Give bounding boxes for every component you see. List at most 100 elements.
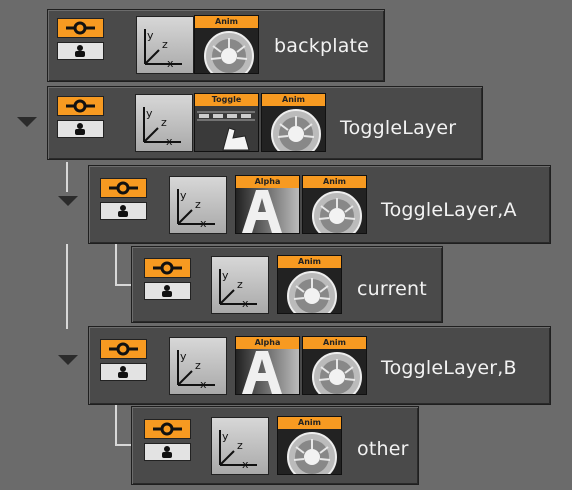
container-node-backplate[interactable]: y z x Anim backplate	[47, 9, 385, 82]
container-node-other[interactable]: y z x Anim other	[131, 406, 419, 485]
alpha-plugin[interactable]: Alpha	[235, 336, 300, 395]
container-node-togglelayer[interactable]: y z x Toggle Anim ToggleLayer	[47, 86, 483, 160]
svg-text:y: y	[146, 107, 153, 120]
plugin-header: Alpha	[236, 176, 299, 188]
axis-icon: y z x	[144, 29, 182, 70]
visibility-toggle-button[interactable]	[144, 258, 191, 278]
person-icon	[162, 446, 172, 458]
plugin-header: Anim	[303, 337, 366, 349]
lock-person-button[interactable]	[57, 120, 104, 138]
lock-person-button[interactable]	[57, 42, 104, 60]
visibility-toggle-button[interactable]	[57, 96, 104, 116]
wheel-icon	[312, 352, 362, 394]
transform-axis-button[interactable]: y z x	[135, 94, 193, 152]
eye-toggle-icon	[66, 99, 95, 113]
svg-text:z: z	[161, 116, 167, 129]
container-node-togglelayer-a[interactable]: y z x Alpha Anim ToggleLayer,A	[88, 165, 551, 244]
alpha-icon	[236, 188, 299, 233]
svg-text:y: y	[180, 350, 187, 363]
visibility-toggle-button[interactable]	[100, 178, 147, 198]
svg-text:x: x	[167, 57, 174, 70]
visibility-toggle-button[interactable]	[100, 339, 147, 359]
node-label: current	[357, 278, 427, 300]
plugin-header: Anim	[278, 417, 341, 429]
svg-text:y: y	[222, 269, 229, 282]
eye-toggle-icon	[153, 261, 182, 275]
tree-connector	[66, 244, 68, 329]
node-label: backplate	[274, 35, 370, 57]
lock-person-button[interactable]	[144, 443, 191, 461]
alpha-icon	[236, 349, 299, 394]
tree-connector	[115, 243, 117, 285]
node-label: ToggleLayer,A	[381, 199, 517, 221]
anim-plugin[interactable]: Anim	[261, 93, 326, 152]
svg-text:z: z	[162, 38, 168, 51]
axis-icon: y z x	[219, 430, 257, 471]
lock-person-button[interactable]	[144, 282, 191, 300]
svg-text:x: x	[166, 135, 173, 148]
plugin-header: Toggle	[195, 94, 258, 106]
axis-icon: y z x	[177, 350, 215, 391]
svg-text:z: z	[237, 439, 243, 452]
axis-icon: y z x	[219, 269, 257, 310]
toggle-plugin[interactable]: Toggle	[194, 93, 259, 152]
container-node-current[interactable]: y z x Anim current	[131, 246, 443, 323]
node-label: ToggleLayer,B	[381, 357, 517, 379]
transform-axis-button[interactable]: y z x	[211, 256, 269, 314]
node-label: ToggleLayer	[340, 117, 457, 139]
anim-plugin[interactable]: Anim	[302, 175, 367, 234]
svg-text:x: x	[242, 458, 249, 471]
eye-toggle-icon	[153, 422, 182, 436]
eye-toggle-icon	[109, 181, 138, 195]
plugin-header: Anim	[195, 16, 258, 28]
svg-text:y: y	[180, 189, 187, 202]
expand-arrow-icon[interactable]	[58, 355, 78, 365]
transform-axis-button[interactable]: y z x	[169, 337, 227, 395]
node-label: other	[357, 438, 409, 460]
svg-text:z: z	[195, 198, 201, 211]
svg-text:x: x	[200, 378, 207, 391]
wheel-icon	[204, 31, 254, 73]
wheel-icon	[271, 109, 321, 151]
transform-axis-button[interactable]: y z x	[136, 16, 194, 74]
person-icon	[75, 123, 85, 135]
axis-icon: y z x	[143, 107, 181, 148]
visibility-toggle-button[interactable]	[57, 18, 104, 38]
toggle-hand-icon	[195, 106, 258, 151]
scene-tree: y z x Anim backplate y z x Toggle Anim T…	[0, 0, 572, 490]
lock-person-button[interactable]	[100, 363, 147, 381]
anim-plugin[interactable]: Anim	[277, 255, 342, 314]
container-node-togglelayer-b[interactable]: y z x Alpha Anim ToggleLayer,B	[88, 326, 551, 405]
transform-axis-button[interactable]: y z x	[169, 176, 227, 234]
svg-text:z: z	[195, 359, 201, 372]
lock-person-button[interactable]	[100, 202, 147, 220]
anim-plugin[interactable]: Anim	[194, 15, 259, 74]
eye-toggle-icon	[66, 21, 95, 35]
svg-text:y: y	[147, 29, 154, 42]
person-icon	[75, 45, 85, 57]
svg-text:x: x	[242, 297, 249, 310]
person-icon	[118, 205, 128, 217]
axis-icon: y z x	[177, 189, 215, 230]
plugin-header: Anim	[303, 176, 366, 188]
alpha-plugin[interactable]: Alpha	[235, 175, 300, 234]
wheel-icon	[287, 432, 337, 474]
plugin-header: Anim	[262, 94, 325, 106]
anim-plugin[interactable]: Anim	[277, 416, 342, 475]
svg-text:x: x	[200, 217, 207, 230]
person-icon	[162, 285, 172, 297]
eye-toggle-icon	[109, 342, 138, 356]
person-icon	[118, 366, 128, 378]
svg-text:z: z	[237, 278, 243, 291]
wheel-icon	[312, 191, 362, 233]
plugin-header: Alpha	[236, 337, 299, 349]
tree-connector	[66, 162, 68, 192]
plugin-header: Anim	[278, 256, 341, 268]
expand-arrow-icon[interactable]	[58, 196, 78, 206]
svg-text:y: y	[222, 430, 229, 443]
visibility-toggle-button[interactable]	[144, 419, 191, 439]
transform-axis-button[interactable]: y z x	[211, 417, 269, 475]
anim-plugin[interactable]: Anim	[302, 336, 367, 395]
tree-connector	[115, 403, 117, 445]
expand-arrow-icon[interactable]	[17, 117, 37, 127]
